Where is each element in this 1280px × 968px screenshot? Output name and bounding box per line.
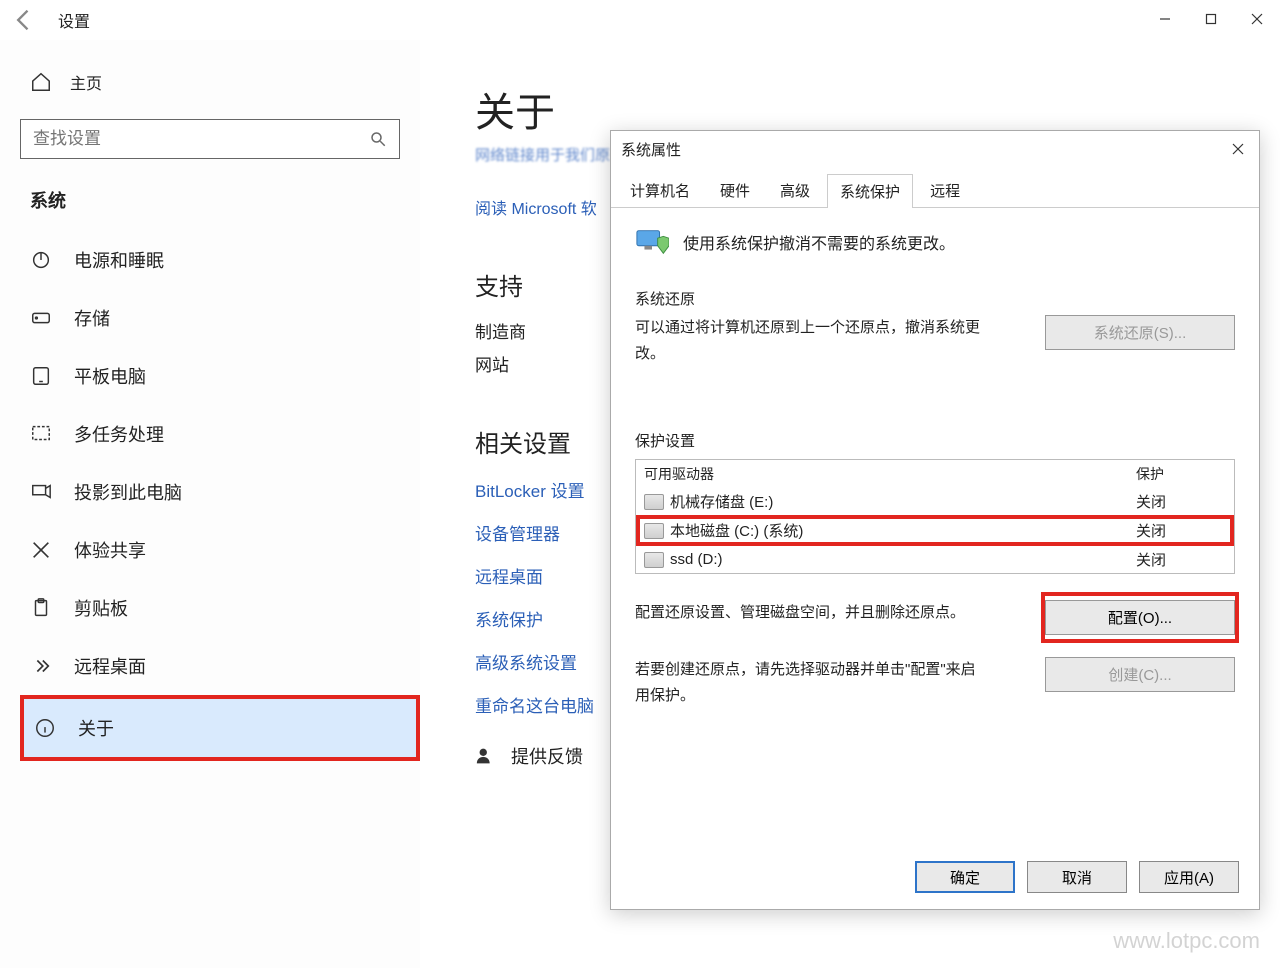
create-desc: 若要创建还原点，请先选择驱动器并单击"配置"来启用保护。: [635, 657, 985, 708]
sidebar-item-remote[interactable]: 远程桌面: [20, 637, 420, 695]
config-desc: 配置还原设置、管理磁盘空间，并且删除还原点。: [635, 600, 965, 626]
maximize-button[interactable]: [1188, 0, 1234, 38]
drive-name: ssd (D:): [670, 551, 723, 568]
sidebar-item-label: 剪贴板: [74, 595, 128, 621]
sidebar-item-power[interactable]: 电源和睡眠: [20, 231, 420, 289]
search-icon: [369, 130, 387, 148]
drive-icon: [644, 494, 664, 510]
storage-icon: [30, 307, 52, 329]
drive-row[interactable]: 机械存储盘 (E:) 关闭: [636, 488, 1234, 515]
tablet-icon: [30, 365, 52, 387]
drive-name: 本地磁盘 (C:) (系统): [670, 520, 803, 541]
clipboard-icon: [30, 597, 52, 619]
sidebar-item-label: 关于: [78, 715, 114, 741]
home-label: 主页: [70, 70, 102, 94]
sidebar-item-label: 远程桌面: [74, 653, 146, 679]
window-title: 设置: [58, 8, 90, 32]
tab-remote[interactable]: 远程: [917, 173, 973, 207]
minimize-button[interactable]: [1142, 0, 1188, 38]
create-button: 创建(C)...: [1045, 657, 1235, 692]
tab-computer-name[interactable]: 计算机名: [617, 173, 703, 207]
system-properties-dialog: 系统属性 计算机名 硬件 高级 系统保护 远程 使用系统保护撤消不需要的系统更改…: [610, 130, 1260, 910]
drive-icon: [644, 523, 664, 539]
section-label: 系统: [20, 179, 420, 231]
drive-protection: 关闭: [1136, 520, 1226, 541]
cancel-button[interactable]: 取消: [1027, 861, 1127, 893]
system-restore-button: 系统还原(S)...: [1045, 315, 1235, 350]
sidebar-item-label: 投影到此电脑: [74, 479, 182, 505]
restore-desc: 可以通过将计算机还原到上一个还原点，撤消系统更改。: [635, 315, 985, 366]
back-button[interactable]: [10, 6, 38, 34]
tab-system-protection[interactable]: 系统保护: [827, 174, 913, 208]
ok-button[interactable]: 确定: [915, 861, 1015, 893]
apply-button[interactable]: 应用(A): [1139, 861, 1239, 893]
dialog-close-button[interactable]: [1223, 137, 1253, 161]
remote-icon: [30, 655, 52, 677]
home-link[interactable]: 主页: [20, 60, 420, 104]
sidebar-item-multitask[interactable]: 多任务处理: [20, 405, 420, 463]
multitask-icon: [30, 423, 52, 445]
tab-hardware[interactable]: 硬件: [707, 173, 763, 207]
sidebar-item-about[interactable]: 关于: [20, 695, 420, 761]
power-icon: [30, 249, 52, 271]
share-icon: [30, 539, 52, 561]
configure-button[interactable]: 配置(O)...: [1045, 600, 1235, 635]
search-input[interactable]: [33, 129, 369, 149]
ms-link[interactable]: 阅读 Microsoft 软: [475, 201, 597, 218]
drive-name: 机械存储盘 (E:): [670, 491, 773, 512]
drive-protection: 关闭: [1136, 491, 1226, 512]
info-text: 使用系统保护撤消不需要的系统更改。: [683, 230, 955, 254]
dialog-title: 系统属性: [611, 131, 1259, 167]
sidebar-item-label: 存储: [74, 305, 110, 331]
home-icon: [30, 71, 52, 93]
close-button[interactable]: [1234, 0, 1280, 38]
restore-group-label: 系统还原: [635, 288, 1235, 309]
sidebar-item-project[interactable]: 投影到此电脑: [20, 463, 420, 521]
feedback-icon: [475, 745, 497, 767]
drive-icon: [644, 552, 664, 568]
shield-monitor-icon: [635, 226, 669, 258]
info-icon: [34, 717, 56, 739]
sidebar-item-share[interactable]: 体验共享: [20, 521, 420, 579]
sidebar-item-label: 平板电脑: [74, 363, 146, 389]
drive-row[interactable]: 本地磁盘 (C:) (系统) 关闭: [636, 515, 1234, 546]
sidebar-item-label: 体验共享: [74, 537, 146, 563]
sidebar-item-label: 多任务处理: [74, 421, 164, 447]
sidebar-item-label: 电源和睡眠: [74, 247, 164, 273]
protect-group-label: 保护设置: [635, 430, 1235, 451]
drive-row[interactable]: ssd (D:) 关闭: [636, 546, 1234, 573]
drives-list[interactable]: 可用驱动器 保护 机械存储盘 (E:) 关闭 本地磁盘 (C:) (系统) 关闭…: [635, 459, 1235, 574]
tab-advanced[interactable]: 高级: [767, 173, 823, 207]
sidebar-item-storage[interactable]: 存储: [20, 289, 420, 347]
drives-header-drive: 可用驱动器: [644, 464, 1136, 484]
drives-header-protection: 保护: [1136, 464, 1226, 484]
sidebar-item-clipboard[interactable]: 剪贴板: [20, 579, 420, 637]
project-icon: [30, 481, 52, 503]
feedback-label: 提供反馈: [511, 743, 583, 769]
drive-protection: 关闭: [1136, 549, 1226, 570]
sidebar-item-tablet[interactable]: 平板电脑: [20, 347, 420, 405]
search-box[interactable]: [20, 119, 400, 159]
